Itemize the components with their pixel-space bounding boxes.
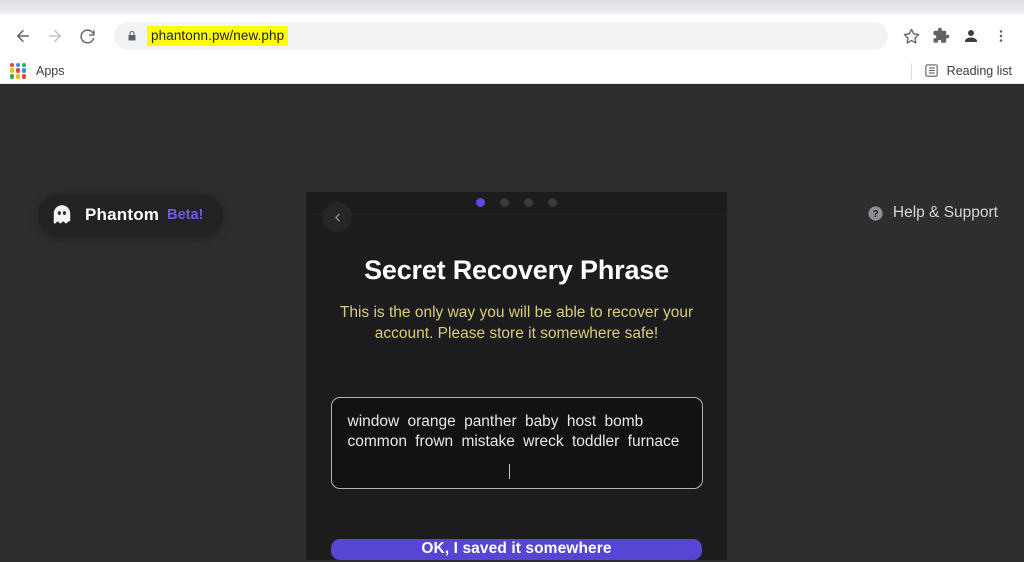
profile-avatar-icon (965, 30, 977, 42)
bookmarks-separator (910, 62, 912, 79)
arrow-left-icon (17, 30, 29, 42)
apps-grid-icon[interactable] (10, 62, 26, 79)
reload-icon (79, 28, 95, 44)
help-circle-icon: ? (867, 205, 884, 222)
address-bar[interactable]: phantonn.pw/new.php (114, 22, 888, 50)
browser-tab-strip[interactable] (0, 0, 1024, 14)
modal-header (306, 192, 727, 232)
profile-avatar-button[interactable] (956, 21, 986, 51)
bookmarks-bar-right: Reading list (910, 62, 1014, 79)
browser-back-button[interactable] (8, 21, 38, 51)
confirm-saved-button[interactable]: OK, I saved it somewhere (331, 538, 702, 560)
lock-icon (126, 30, 138, 42)
step-progress-dots (476, 198, 557, 208)
svg-text:?: ? (872, 209, 878, 220)
text-cursor (508, 463, 510, 479)
phantom-brand-name: Phantom (85, 205, 160, 224)
phantom-ghost-icon (53, 205, 71, 224)
phantom-beta-badge: Beta! (167, 207, 204, 223)
step-dot-4[interactable] (548, 198, 557, 208)
bookmark-star-button[interactable] (896, 21, 926, 51)
modal-back-button[interactable] (322, 202, 352, 232)
recovery-phrase-modal: Secret Recovery Phrase This is the only … (306, 192, 727, 560)
extensions-button[interactable] (926, 21, 956, 51)
help-and-support-link[interactable]: ? Help & Support (867, 204, 998, 222)
chevron-left-icon (334, 213, 340, 221)
address-bar-url: phantonn.pw/new.php (147, 26, 289, 46)
chrome-menu-icon (999, 30, 1003, 42)
recovery-phrase-words: window orange panther baby host bomb com… (347, 412, 680, 450)
arrow-right-icon (49, 30, 61, 42)
modal-warning-text: This is the only way you will be able to… (339, 303, 694, 342)
phantom-brand[interactable]: Phantom Beta! (38, 194, 224, 236)
modal-title: Secret Recovery Phrase (364, 254, 669, 285)
step-dot-1[interactable] (476, 198, 485, 208)
chrome-menu-button[interactable] (986, 21, 1016, 51)
reading-list-icon (924, 63, 939, 78)
bookmark-star-icon (903, 28, 919, 44)
browser-toolbar: phantonn.pw/new.php (0, 14, 1024, 58)
step-dot-3[interactable] (524, 198, 533, 208)
browser-reload-button[interactable] (72, 21, 102, 51)
step-dot-2[interactable] (500, 198, 509, 208)
bookmark-apps-label[interactable]: Apps (36, 64, 65, 78)
extensions-puzzle-icon (933, 27, 950, 43)
browser-forward-button[interactable] (40, 21, 70, 51)
browser-chrome: phantonn.pw/new.php Apps Reading list (0, 0, 1024, 84)
recovery-phrase-box[interactable]: window orange panther baby host bomb com… (330, 396, 703, 489)
help-and-support-label: Help & Support (892, 204, 998, 221)
phantom-page: Phantom Beta! ? Help & Support Secret Re… (0, 84, 1024, 560)
reading-list-label[interactable]: Reading list (947, 64, 1012, 78)
bookmarks-bar: Apps Reading list (0, 58, 1024, 84)
